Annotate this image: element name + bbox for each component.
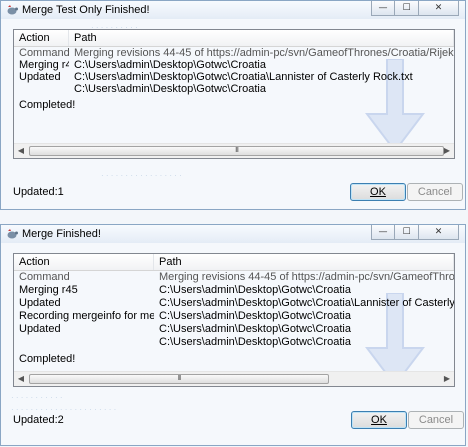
- list-header: Action Path: [14, 30, 454, 47]
- merge-test-dialog: · · · · · · · · · · · · · · · · · · · · …: [0, 0, 466, 210]
- column-header-path[interactable]: Path: [69, 30, 454, 46]
- row-action: Completed!: [19, 353, 76, 365]
- scroll-right-arrow-icon[interactable]: ▶: [440, 144, 454, 158]
- column-header-action[interactable]: Action: [14, 254, 154, 270]
- cancel-button[interactable]: Cancel: [407, 183, 463, 201]
- scrollbar-thumb[interactable]: III: [29, 146, 444, 156]
- minimize-button[interactable]: —: [371, 1, 395, 16]
- row-action: Updated: [19, 71, 61, 83]
- list-row[interactable]: Recording mergeinfo for merge of r45 C:\…: [14, 310, 454, 322]
- tortoisesvn-turtle-icon: [7, 5, 18, 15]
- tortoisesvn-turtle-icon: [7, 229, 18, 239]
- window-controls: — ☐ ✕: [371, 225, 459, 240]
- ok-button[interactable]: OK: [351, 411, 407, 429]
- title-bar[interactable]: Merge Test Only Finished! — ☐ ✕: [1, 1, 465, 19]
- horizontal-scrollbar[interactable]: ◀ III ▶: [14, 371, 454, 386]
- row-path: C:\Users\admin\Desktop\Gotwc\Croatia\Lan…: [159, 297, 455, 309]
- ok-button-label: OK: [371, 414, 387, 426]
- list-row[interactable]: Updated C:\Users\admin\Desktop\Gotwc\Cro…: [14, 323, 454, 335]
- window-title: Merge Test Only Finished!: [22, 4, 150, 16]
- row-action: Completed!: [19, 99, 76, 111]
- maximize-button[interactable]: ☐: [395, 225, 419, 240]
- row-action: Recording mergeinfo for merge of r45: [19, 310, 154, 322]
- scroll-left-arrow-icon[interactable]: ◀: [14, 144, 28, 158]
- window-controls: — ☐ ✕: [371, 1, 459, 16]
- horizontal-scrollbar[interactable]: ◀ III ▶: [14, 143, 454, 158]
- maximize-button[interactable]: ☐: [395, 1, 419, 16]
- background-ghost-text: · · · · · · · · · · · · · · · · · · · · …: [11, 405, 117, 414]
- list-row[interactable]: C:\Users\admin\Desktop\Gotwc\Croatia: [14, 336, 454, 348]
- column-header-action[interactable]: Action: [14, 30, 69, 46]
- scrollbar-thumb[interactable]: III: [29, 374, 329, 384]
- row-path: C:\Users\admin\Desktop\Gotwc\Croatia: [159, 323, 351, 335]
- list-row[interactable]: Updated C:\Users\admin\Desktop\Gotwc\Cro…: [14, 71, 454, 83]
- list-row[interactable]: Completed!: [14, 99, 454, 111]
- column-header-path[interactable]: Path: [154, 254, 454, 270]
- window-title: Merge Finished!: [22, 228, 101, 240]
- minimize-button[interactable]: —: [371, 225, 395, 240]
- row-action: Command: [19, 47, 69, 59]
- status-updated-count: Updated:2: [13, 414, 64, 426]
- row-path: C:\Users\admin\Desktop\Gotwc\Croatia\Lan…: [74, 71, 413, 83]
- ok-button-label: OK: [370, 186, 386, 198]
- background-ghost-text: · · · · · · · · · · · · · · · · ·: [101, 171, 182, 180]
- list-row[interactable]: Command Merging revisions 44-45 of https…: [14, 271, 454, 283]
- row-action: Updated: [19, 323, 61, 335]
- list-header: Action Path: [14, 254, 454, 271]
- row-path: Merging revisions 44-45 of https://admin…: [74, 47, 454, 59]
- ok-button[interactable]: OK: [350, 183, 406, 201]
- status-updated-count: Updated:1: [13, 186, 64, 198]
- row-path: C:\Users\admin\Desktop\Gotwc\Croatia: [74, 59, 266, 71]
- list-row[interactable]: Merging r45 C:\Users\admin\Desktop\Gotwc…: [14, 284, 454, 296]
- row-path: C:\Users\admin\Desktop\Gotwc\Croatia: [74, 83, 266, 95]
- close-button[interactable]: ✕: [419, 1, 459, 16]
- row-action: Merging r45: [19, 59, 69, 71]
- row-path: Merging revisions 44-45 of https://admin…: [159, 271, 455, 283]
- scroll-left-arrow-icon[interactable]: ◀: [14, 372, 28, 386]
- list-row[interactable]: Completed!: [14, 353, 454, 365]
- row-path: C:\Users\admin\Desktop\Gotwc\Croatia: [159, 284, 351, 296]
- merge-log-list[interactable]: Action Path Command Merging revisions 44…: [13, 29, 455, 159]
- row-path: C:\Users\admin\Desktop\Gotwc\Croatia: [159, 310, 351, 322]
- title-bar[interactable]: Merge Finished! — ☐ ✕: [1, 225, 465, 243]
- list-row[interactable]: C:\Users\admin\Desktop\Gotwc\Croatia: [14, 83, 454, 95]
- list-row[interactable]: Command Merging revisions 44-45 of https…: [14, 47, 454, 59]
- merge-log-list[interactable]: Action Path Command Merging revisions 44…: [13, 253, 455, 387]
- close-button[interactable]: ✕: [419, 225, 459, 240]
- background-ghost-text: · · · · · · · · · · ·: [11, 393, 63, 402]
- scrollbar-grip: III: [235, 147, 239, 154]
- row-path: C:\Users\admin\Desktop\Gotwc\Croatia: [159, 336, 351, 348]
- scrollbar-grip: III: [177, 375, 182, 382]
- row-action: Updated: [19, 297, 61, 309]
- list-row[interactable]: Updated C:\Users\admin\Desktop\Gotwc\Cro…: [14, 297, 454, 309]
- row-action: Merging r45: [19, 284, 78, 296]
- merge-finished-dialog: · · · · · · · · · · · · · · · · · · · · …: [0, 224, 466, 446]
- scroll-right-arrow-icon[interactable]: ▶: [440, 372, 454, 386]
- cancel-button[interactable]: Cancel: [408, 411, 464, 429]
- list-row[interactable]: Merging r45 C:\Users\admin\Desktop\Gotwc…: [14, 59, 454, 71]
- row-action: Command: [19, 271, 70, 283]
